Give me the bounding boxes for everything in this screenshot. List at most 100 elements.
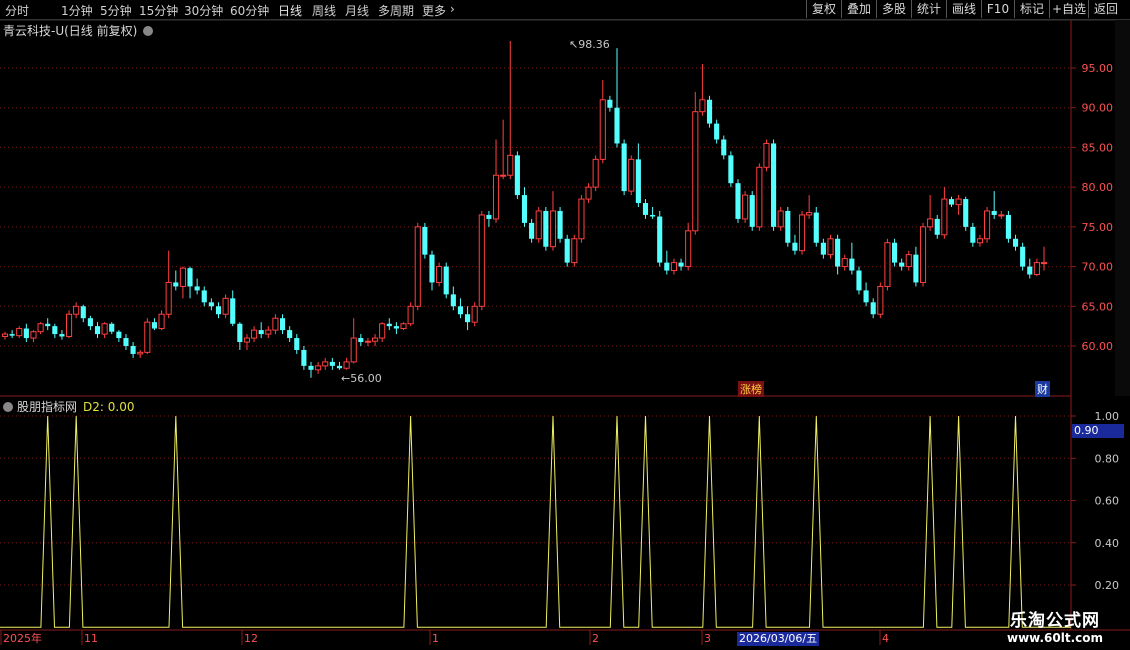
candle xyxy=(798,210,806,255)
candle xyxy=(721,135,727,160)
candle-body xyxy=(984,210,991,240)
candle xyxy=(970,222,976,247)
candle xyxy=(863,282,869,307)
candle-body xyxy=(884,242,891,287)
candle-body xyxy=(557,210,563,239)
candle-body xyxy=(785,210,791,243)
candle-body xyxy=(955,198,962,206)
time-tick-label: 2 xyxy=(592,632,599,645)
candle xyxy=(30,330,37,343)
candle xyxy=(151,318,158,331)
candle xyxy=(251,326,258,343)
candle-body xyxy=(379,323,386,339)
candle-body xyxy=(742,194,749,220)
candle-body xyxy=(465,314,471,323)
indicator-tick-label: 0.80 xyxy=(1095,452,1120,465)
candle xyxy=(279,314,286,335)
candle-body xyxy=(1020,246,1026,267)
candle-body xyxy=(422,226,428,255)
candle xyxy=(835,234,841,275)
candle xyxy=(991,191,997,219)
title-chevron-icon[interactable] xyxy=(143,26,154,36)
candle-body xyxy=(358,338,364,343)
candle-body xyxy=(137,351,144,355)
candle-body xyxy=(1005,214,1011,239)
candle xyxy=(400,322,407,331)
candle-body xyxy=(913,254,919,283)
price-axis: 95.00 90.00 85.00 80.00 75.00 70.00 65.00 60.00 xyxy=(1071,62,1113,353)
candle-body xyxy=(1033,262,1040,276)
indicator-chevron-icon[interactable] xyxy=(3,402,13,412)
candle xyxy=(272,314,279,335)
kline-chart[interactable]: 95.00 90.00 85.00 80.00 75.00 70.00 65.00 60.00… xyxy=(0,0,1130,650)
candle-body xyxy=(628,158,635,192)
candle xyxy=(728,151,734,188)
candle xyxy=(984,207,991,243)
candle-body xyxy=(407,305,414,325)
candles xyxy=(1,40,1048,378)
candle xyxy=(237,322,243,350)
candle-body xyxy=(635,159,641,204)
candle-body xyxy=(471,305,478,323)
candle xyxy=(699,64,706,116)
candle xyxy=(543,207,549,251)
time-tick-label: 2025年 xyxy=(3,631,42,645)
candle-body xyxy=(899,262,905,267)
candle xyxy=(963,196,969,231)
candle-body xyxy=(301,349,307,366)
candle-body xyxy=(486,214,492,219)
indicator-tick-label: 1.00 xyxy=(1095,410,1120,423)
candle-body xyxy=(37,323,44,333)
candle-body xyxy=(919,226,927,283)
candle xyxy=(87,315,93,331)
candle-body xyxy=(500,174,507,177)
candle xyxy=(201,286,207,307)
candle-body xyxy=(371,337,379,342)
candle-body xyxy=(578,198,585,240)
candle xyxy=(37,322,44,335)
candle-body xyxy=(1012,238,1019,247)
candle xyxy=(23,323,29,343)
finance-tag[interactable]: 财 xyxy=(1035,381,1050,397)
candle-body xyxy=(386,323,392,327)
candle xyxy=(927,195,934,231)
candle-body xyxy=(208,302,214,307)
candle-body xyxy=(101,323,108,335)
candle xyxy=(670,258,678,275)
candle xyxy=(301,346,307,370)
candle-body xyxy=(813,212,819,243)
candle-body xyxy=(165,281,172,315)
candle-body xyxy=(123,338,129,346)
candle xyxy=(500,119,507,180)
zhangbang-tag[interactable]: 涨榜 xyxy=(738,381,764,397)
candle xyxy=(358,334,364,346)
candle-body xyxy=(87,318,93,327)
candle-body xyxy=(756,166,763,228)
indicator-title[interactable]: 股朋指标网 D2: 0.00 xyxy=(3,398,134,415)
candle-body xyxy=(393,326,399,329)
time-tick-label: 12 xyxy=(244,632,258,645)
candle-body xyxy=(279,318,286,331)
candle xyxy=(1027,258,1033,279)
candle xyxy=(678,258,684,271)
candle xyxy=(393,322,399,335)
watermark-url: www.60lt.com xyxy=(1006,631,1104,645)
candle-body xyxy=(948,199,955,205)
candle xyxy=(414,222,421,311)
candle xyxy=(714,119,720,144)
candle xyxy=(52,323,58,339)
candle xyxy=(144,318,151,354)
candle-body xyxy=(763,142,770,168)
candle xyxy=(350,318,357,364)
candle xyxy=(465,306,471,331)
candle xyxy=(329,357,335,370)
candle-body xyxy=(571,238,578,264)
candle-body xyxy=(585,186,592,200)
time-tick-label: 3 xyxy=(704,632,711,645)
candle-body xyxy=(998,214,1005,217)
candle-body xyxy=(728,155,734,184)
candle xyxy=(486,210,492,227)
candle-body xyxy=(849,258,855,271)
stock-title[interactable]: 青云科技-U(日线 前复权) xyxy=(3,22,154,39)
candle-body xyxy=(294,338,300,350)
